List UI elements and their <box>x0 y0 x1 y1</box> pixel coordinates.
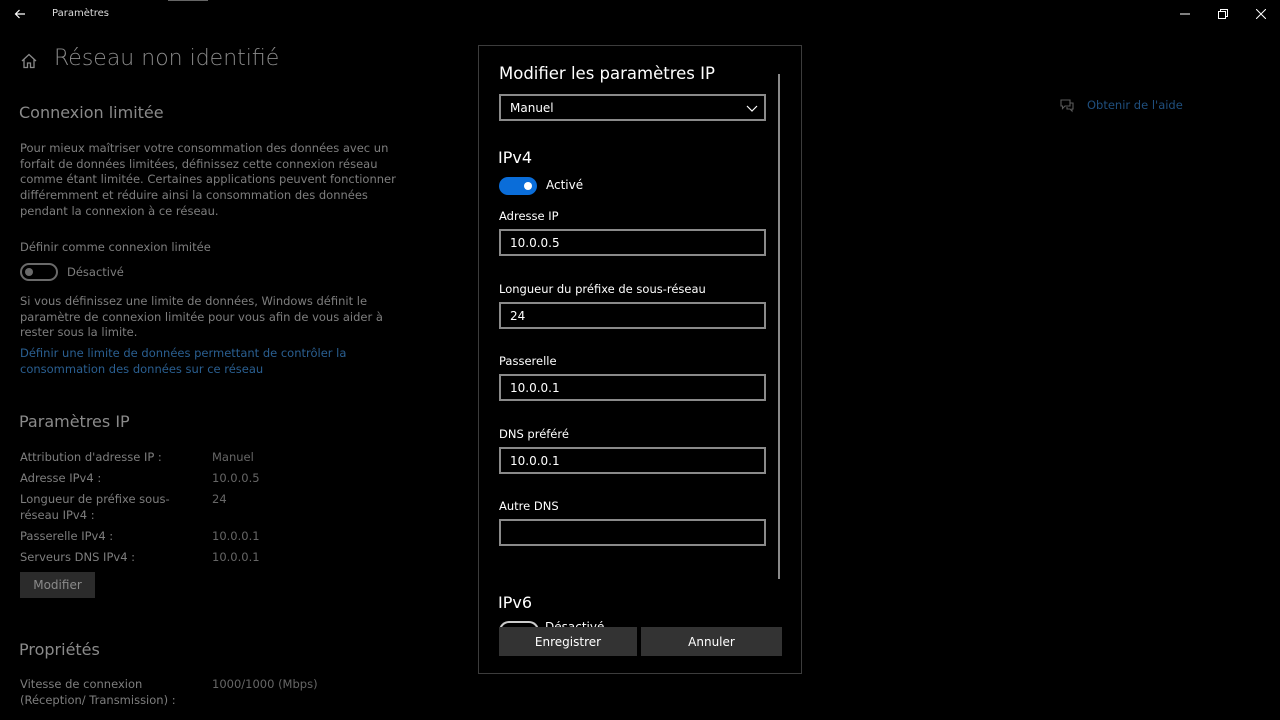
metered-toggle-state: Désactivé <box>67 265 124 279</box>
dialog-scrollbar[interactable] <box>778 74 780 579</box>
limit-note: Si vous définissez une limite de données… <box>20 294 383 340</box>
home-icon[interactable] <box>20 52 38 70</box>
ip-mode-dropdown[interactable]: Manuel <box>499 94 766 121</box>
chevron-down-icon <box>746 105 758 112</box>
ipv4-prefix-value: 24 <box>212 492 227 506</box>
ip-address-label: Adresse IP <box>499 209 559 223</box>
ipv4-toggle-state: Activé <box>546 178 584 192</box>
ip-assignment-value: Manuel <box>212 450 254 464</box>
ipv4-dns-key: Serveurs DNS IPv4 : <box>20 550 136 564</box>
ipv4-gateway-value: 10.0.0.1 <box>212 529 260 543</box>
ip-mode-value: Manuel <box>510 101 554 115</box>
alternate-dns-label: Autre DNS <box>499 499 559 513</box>
ipv4-toggle[interactable] <box>499 177 537 195</box>
metered-toggle-label: Définir comme connexion limitée <box>20 240 211 254</box>
metered-toggle[interactable] <box>20 263 58 281</box>
ipv4-heading: IPv4 <box>498 148 533 167</box>
alternate-dns-input[interactable] <box>499 519 766 546</box>
ipv4-prefix-key: Longueur de préfixe sous-réseau IPv4 : <box>20 492 170 522</box>
edit-ip-dialog: Modifier les paramètres IP Manuel IPv4 A… <box>478 45 802 674</box>
cancel-button[interactable]: Annuler <box>641 627 782 656</box>
help-chat-icon <box>1060 99 1074 113</box>
link-speed-value: 1000/1000 (Mbps) <box>212 677 318 691</box>
ip-settings-heading: Paramètres IP <box>19 412 130 431</box>
data-limit-link[interactable]: Définir une limite de données permettant… <box>20 346 405 377</box>
metered-heading: Connexion limitée <box>19 103 164 122</box>
ipv6-heading: IPv6 <box>498 593 533 612</box>
properties-heading: Propriétés <box>19 640 100 659</box>
subnet-prefix-label: Longueur du préfixe de sous-réseau <box>499 282 706 296</box>
page-title: Réseau non identifié <box>54 46 280 71</box>
gateway-label: Passerelle <box>499 354 557 368</box>
metered-description: Pour mieux maîtriser votre consommation … <box>20 141 396 218</box>
subnet-prefix-input[interactable] <box>499 302 766 329</box>
modify-button[interactable]: Modifier <box>20 572 95 598</box>
preferred-dns-input[interactable] <box>499 447 766 474</box>
help-link[interactable]: Obtenir de l'aide <box>1059 97 1183 113</box>
help-link-label[interactable]: Obtenir de l'aide <box>1087 98 1183 112</box>
link-speed-key: Vitesse de connexion (Réception/ Transmi… <box>20 677 176 707</box>
ip-assignment-key: Attribution d'adresse IP : <box>20 450 162 464</box>
dialog-title: Modifier les paramètres IP <box>499 64 715 83</box>
ip-address-input[interactable] <box>499 229 766 256</box>
preferred-dns-label: DNS préféré <box>499 427 569 441</box>
gateway-input[interactable] <box>499 374 766 401</box>
ipv4-address-value: 10.0.0.5 <box>212 471 260 485</box>
ipv4-address-key: Adresse IPv4 : <box>20 471 102 485</box>
ipv4-gateway-key: Passerelle IPv4 : <box>20 529 114 543</box>
ipv4-dns-value: 10.0.0.1 <box>212 550 260 564</box>
save-button[interactable]: Enregistrer <box>499 627 637 656</box>
